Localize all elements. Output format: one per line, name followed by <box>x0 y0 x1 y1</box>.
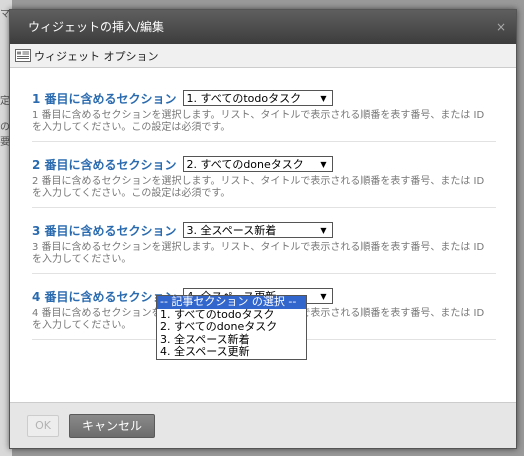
chevron-down-icon: ▼ <box>320 225 327 235</box>
section-field-2: 2 番目に含めるセクション 2. すべてのdoneタスク ▼ 2 番目に含めるセ… <box>32 154 496 208</box>
cancel-button[interactable]: キャンセル <box>69 413 156 438</box>
chevron-down-icon: ▼ <box>320 159 327 169</box>
options-tab-bar: ウィジェット オプション <box>10 44 516 68</box>
select-value: 3. 全スペース新着 <box>186 224 277 237</box>
dialog-titlebar[interactable]: ウィジェットの挿入/編集 × <box>10 10 516 44</box>
select-value: 1. すべてのtodoタスク <box>186 92 302 105</box>
section-select-1[interactable]: 1. すべてのtodoタスク ▼ <box>182 90 333 106</box>
dropdown-option[interactable]: 2. すべてのdoneタスク <box>157 320 306 334</box>
field-label: 4 番目に含めるセクション <box>32 289 177 304</box>
field-label: 1 番目に含めるセクション <box>32 91 177 106</box>
close-icon[interactable]: × <box>496 10 506 44</box>
field-description: 2 番目に含めるセクションを選択します。リスト、タイトルで表示される順番を表す番… <box>32 176 485 199</box>
section-field-1: 1 番目に含めるセクション 1. すべてのtodoタスク ▼ 1 番目に含めるセ… <box>32 88 496 142</box>
field-description: 3 番目に含めるセクションを選択します。リスト、タイトルで表示される順番を表す番… <box>32 242 485 265</box>
widget-options-icon <box>15 49 31 62</box>
section-field-3: 3 番目に含めるセクション 3. 全スペース新着 ▼ 3 番目に含めるセクション… <box>32 220 496 274</box>
select-value: 2. すべてのdoneタスク <box>186 158 304 171</box>
chevron-down-icon: ▼ <box>320 291 327 301</box>
chevron-down-icon: ▼ <box>320 93 327 103</box>
dropdown-option[interactable]: 4. 全スペース更新 <box>157 345 306 359</box>
field-label: 2 番目に含めるセクション <box>32 157 177 172</box>
section-dropdown-list: -- 記事セクション の選択 -- 1. すべてのtodoタスク 2. すべての… <box>156 295 307 360</box>
dialog-footer: OK キャンセル <box>10 402 516 448</box>
ok-button[interactable]: OK <box>27 414 59 437</box>
widget-dialog: ウィジェットの挿入/編集 × ウィジェット オプション 1 番目に含めるセクショ… <box>9 9 517 449</box>
dropdown-option[interactable]: -- 記事セクション の選択 -- <box>157 295 306 309</box>
section-select-2[interactable]: 2. すべてのdoneタスク ▼ <box>182 156 333 172</box>
options-tab-label[interactable]: ウィジェット オプション <box>34 48 159 64</box>
field-description: 1 番目に含めるセクションを選択します。リスト、タイトルで表示される順番を表す番… <box>32 110 485 133</box>
field-label: 3 番目に含めるセクション <box>32 223 177 238</box>
dialog-title: ウィジェットの挿入/編集 <box>28 20 165 34</box>
section-select-3[interactable]: 3. 全スペース新着 ▼ <box>182 222 333 238</box>
